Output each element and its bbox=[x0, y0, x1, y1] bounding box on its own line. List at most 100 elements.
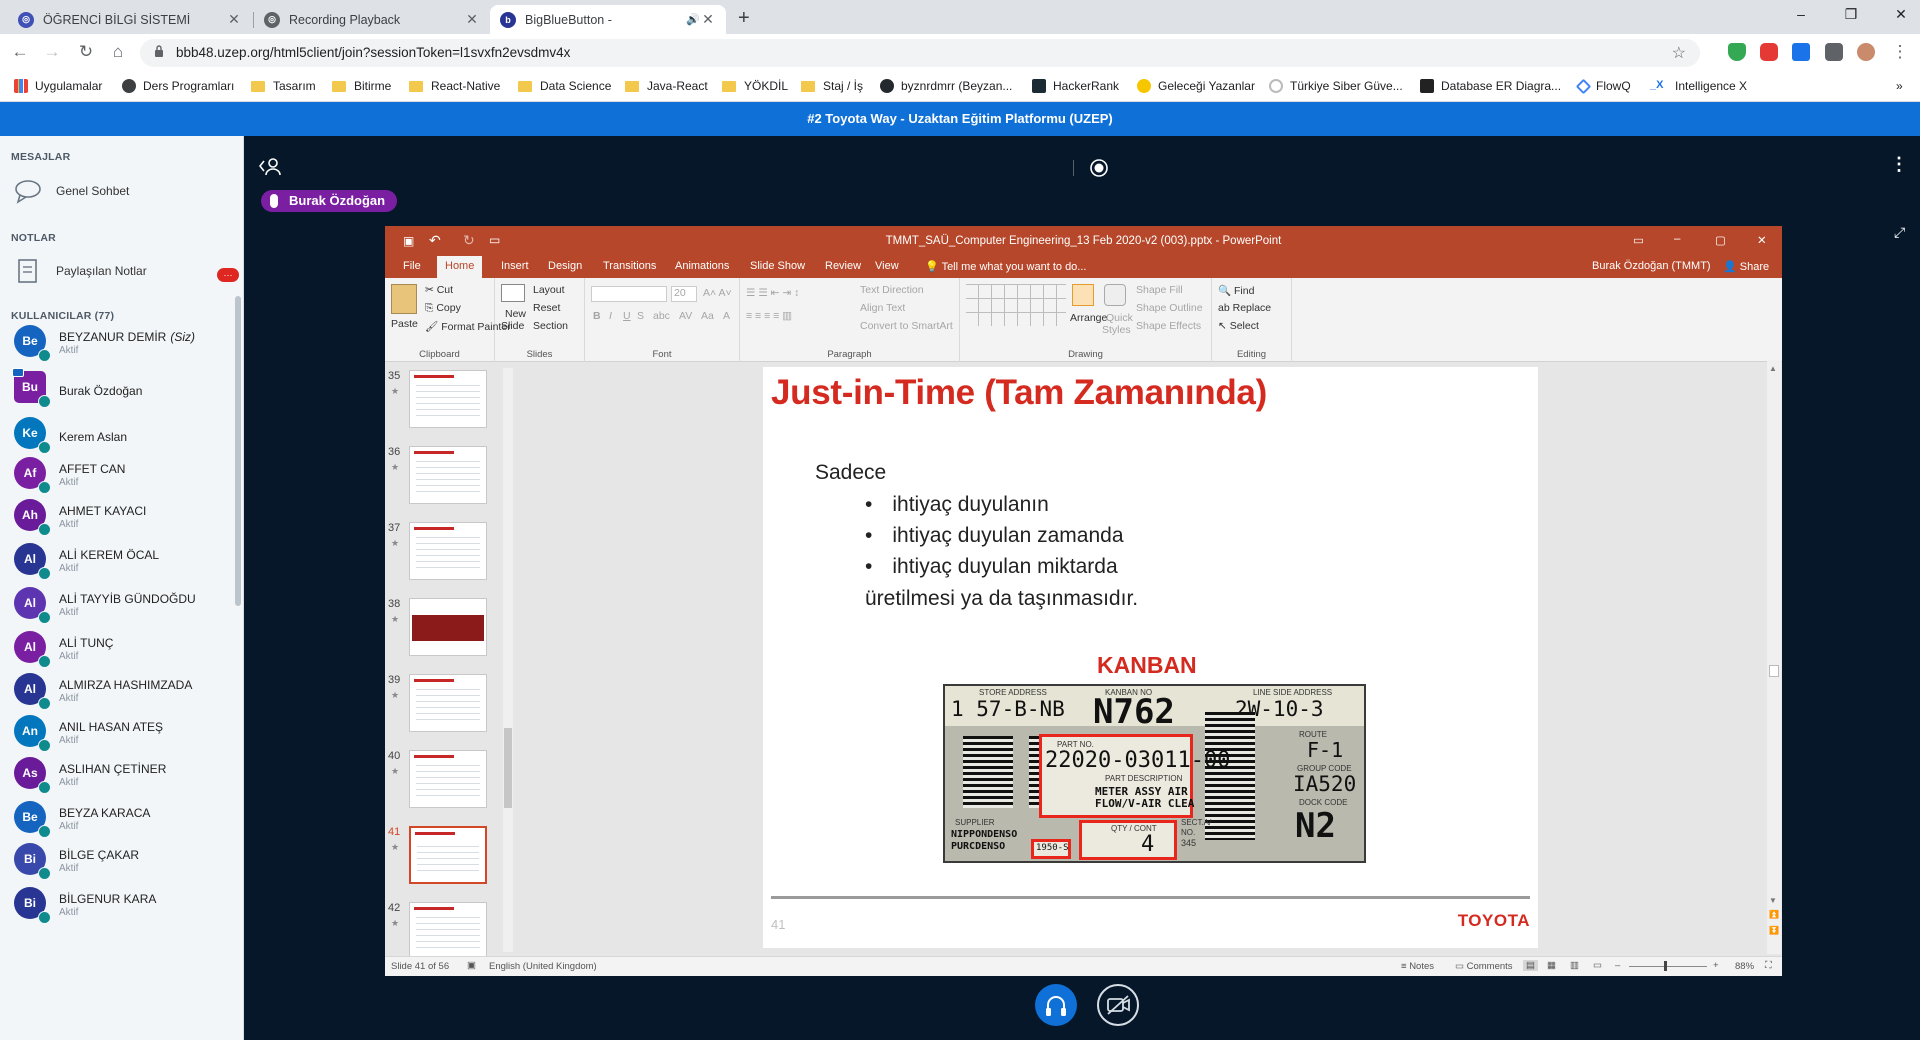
back-icon[interactable]: ← bbox=[8, 42, 32, 62]
close-icon[interactable]: ✕ bbox=[226, 11, 242, 28]
font-family-select[interactable] bbox=[591, 286, 667, 302]
scroll-thumb[interactable] bbox=[1769, 665, 1779, 677]
quick-styles-label-2[interactable]: Styles bbox=[1102, 324, 1131, 336]
tab-design[interactable]: Design bbox=[548, 260, 582, 272]
align-icons[interactable]: ≡ ≡ ≡ ≡ ▥ bbox=[746, 310, 792, 322]
fullscreen-icon[interactable]: ⤢ bbox=[1894, 224, 1905, 241]
strikethrough-icon[interactable]: abc bbox=[653, 310, 670, 322]
tab-view[interactable]: View bbox=[875, 260, 899, 272]
paste-icon[interactable] bbox=[391, 284, 417, 314]
menu-dots-icon[interactable]: ⋮ bbox=[1888, 42, 1912, 62]
address-bar[interactable]: bbb48.uzep.org/html5client/join?sessionT… bbox=[140, 39, 1700, 67]
bookmark-star-icon[interactable]: ☆ bbox=[1672, 43, 1686, 63]
scroll-thumb[interactable] bbox=[504, 728, 512, 808]
scroll-down-icon[interactable]: ▼ bbox=[1769, 896, 1777, 905]
zoom-slider-knob[interactable] bbox=[1664, 961, 1668, 971]
underline-icon[interactable]: U bbox=[623, 310, 631, 322]
user-list-item[interactable]: Ke Kerem Aslan bbox=[14, 412, 234, 456]
grow-font-icon[interactable]: A˄ A˅ bbox=[703, 287, 732, 299]
share-button[interactable]: 👤 Share bbox=[1723, 260, 1769, 273]
shared-notes-item[interactable]: Paylaşılan Notlar bbox=[14, 258, 147, 284]
shape-fill-button[interactable]: Shape Fill bbox=[1136, 284, 1183, 296]
layout-button[interactable]: Layout bbox=[533, 284, 565, 296]
new-tab-button[interactable]: + bbox=[738, 7, 750, 30]
normal-view-icon[interactable]: ▤ bbox=[1523, 960, 1538, 971]
select-button[interactable]: ↖ Select bbox=[1218, 320, 1259, 332]
user-list-toggle-icon[interactable] bbox=[259, 156, 281, 176]
user-list-item[interactable]: Be BEYZANUR DEMİR (Siz) Aktif bbox=[14, 320, 234, 364]
next-slide-icon[interactable]: ⏬ bbox=[1769, 926, 1779, 935]
reload-icon[interactable]: ↻ bbox=[74, 42, 98, 62]
comments-button[interactable]: ▭ Comments bbox=[1455, 961, 1513, 972]
tab-file[interactable]: File bbox=[403, 260, 421, 272]
cut-button[interactable]: ✂ Cut bbox=[425, 284, 453, 296]
slide-thumbnail[interactable] bbox=[409, 902, 487, 960]
text-direction-button[interactable]: Text Direction bbox=[860, 284, 924, 296]
slide-thumbnail[interactable] bbox=[409, 446, 487, 504]
minimize-icon[interactable]: – bbox=[1786, 6, 1816, 22]
browser-tab-bbb[interactable]: b BigBlueButton - 🔊 ✕ bbox=[490, 5, 726, 34]
slide-thumbnail[interactable] bbox=[409, 826, 487, 884]
shape-outline-button[interactable]: Shape Outline bbox=[1136, 302, 1203, 314]
speaker-icon[interactable]: 🔊 bbox=[686, 13, 700, 26]
user-list-item[interactable]: Bu Burak Özdoğan bbox=[12, 366, 234, 410]
user-list-item[interactable]: An ANIL HASAN ATEŞ Aktif bbox=[14, 710, 234, 754]
copy-button[interactable]: ⎘ Copy bbox=[425, 302, 461, 315]
video-button[interactable] bbox=[1097, 984, 1139, 1026]
slide-thumbnail[interactable] bbox=[409, 750, 487, 808]
bookmark-folder[interactable]: Tasarım bbox=[251, 79, 316, 93]
bookmark-folder[interactable]: Java-React bbox=[625, 79, 708, 93]
user-list-item[interactable]: Al ALİ TAYYİB GÜNDOĞDU Aktif bbox=[14, 582, 234, 626]
user-list-item[interactable]: Bi BİLGE ÇAKAR Aktif bbox=[14, 838, 234, 882]
close-window-icon[interactable]: ✕ bbox=[1886, 6, 1916, 23]
shapes-gallery[interactable] bbox=[966, 284, 1066, 326]
record-icon[interactable] bbox=[1089, 158, 1109, 178]
zoom-slider[interactable] bbox=[1629, 966, 1707, 967]
slide-thumbnail[interactable] bbox=[409, 674, 487, 732]
tab-slideshow[interactable]: Slide Show bbox=[750, 260, 805, 272]
case-icon[interactable]: Aa bbox=[701, 310, 714, 322]
tab-transitions[interactable]: Transitions bbox=[603, 260, 656, 272]
bookmark-apps[interactable]: Uygulamalar bbox=[14, 79, 102, 93]
reset-button[interactable]: Reset bbox=[533, 302, 560, 314]
user-list-item[interactable]: Bi BİLGENUR KARA Aktif bbox=[14, 882, 234, 926]
user-list-item[interactable]: As ASLIHAN ÇETİNER Aktif bbox=[14, 752, 234, 796]
tab-review[interactable]: Review bbox=[825, 260, 861, 272]
user-list-item[interactable]: Af AFFET CAN Aktif bbox=[14, 452, 234, 496]
bookmark-hackerrank[interactable]: HackerRank bbox=[1032, 79, 1119, 93]
maximize-icon[interactable]: ❐ bbox=[1836, 6, 1866, 23]
slide-thumbnail[interactable] bbox=[409, 522, 487, 580]
notes-button[interactable]: ≡ Notes bbox=[1401, 961, 1434, 972]
ppt-maximize-icon[interactable]: ▢ bbox=[1715, 233, 1726, 247]
thumbnail-scrollbar[interactable] bbox=[503, 368, 513, 952]
arrange-button[interactable]: Arrange bbox=[1070, 312, 1107, 324]
tab-home[interactable]: Home bbox=[437, 256, 483, 278]
ribbon-display-icon[interactable]: ▭ bbox=[1633, 233, 1644, 247]
slide-scrollbar[interactable]: ▲ ▼ ⏫ ⏬ bbox=[1767, 360, 1781, 954]
bookmark-ders[interactable]: Ders Programları bbox=[122, 79, 234, 93]
bookmark-folder[interactable]: YÖKDİL bbox=[722, 79, 788, 93]
tell-me-search[interactable]: 💡 Tell me what you want to do... bbox=[925, 260, 1086, 273]
bookmark-folder[interactable]: React-Native bbox=[409, 79, 500, 93]
reading-view-icon[interactable]: ▥ bbox=[1570, 960, 1579, 971]
quick-styles-icon[interactable] bbox=[1104, 284, 1126, 306]
bookmark-folder[interactable]: Staj / İş bbox=[801, 79, 863, 93]
ppt-minimize-icon[interactable]: – bbox=[1674, 233, 1680, 245]
bookmark-flowq[interactable]: FlowQ bbox=[1575, 78, 1631, 94]
italic-icon[interactable]: I bbox=[609, 310, 612, 322]
bookmark-siber[interactable]: Türkiye Siber Güve... bbox=[1269, 79, 1403, 93]
zoom-in-icon[interactable]: + bbox=[1713, 960, 1719, 971]
close-icon[interactable]: ✕ bbox=[700, 11, 716, 28]
user-list-item[interactable]: Al ALMIRZA HASHIMZADA Aktif bbox=[14, 668, 234, 712]
zoom-out-icon[interactable]: – bbox=[1615, 960, 1620, 971]
replace-button[interactable]: ab Replace bbox=[1218, 302, 1271, 314]
scroll-up-icon[interactable]: ▲ bbox=[1769, 364, 1777, 373]
new-slide-icon[interactable] bbox=[501, 284, 525, 302]
font-color-icon[interactable]: A bbox=[723, 310, 730, 322]
slide-thumbnail[interactable] bbox=[409, 598, 487, 656]
options-menu-icon[interactable]: ⋮ bbox=[1890, 154, 1908, 175]
new-slide-label-2[interactable]: Slide bbox=[501, 320, 524, 332]
ppt-close-icon[interactable]: ✕ bbox=[1757, 233, 1767, 247]
bullets-icon[interactable]: ☰ ☰ ⇤ ⇥ ↕ bbox=[746, 287, 799, 299]
bookmark-intelx[interactable]: _X Intelligence X bbox=[1650, 79, 1747, 93]
